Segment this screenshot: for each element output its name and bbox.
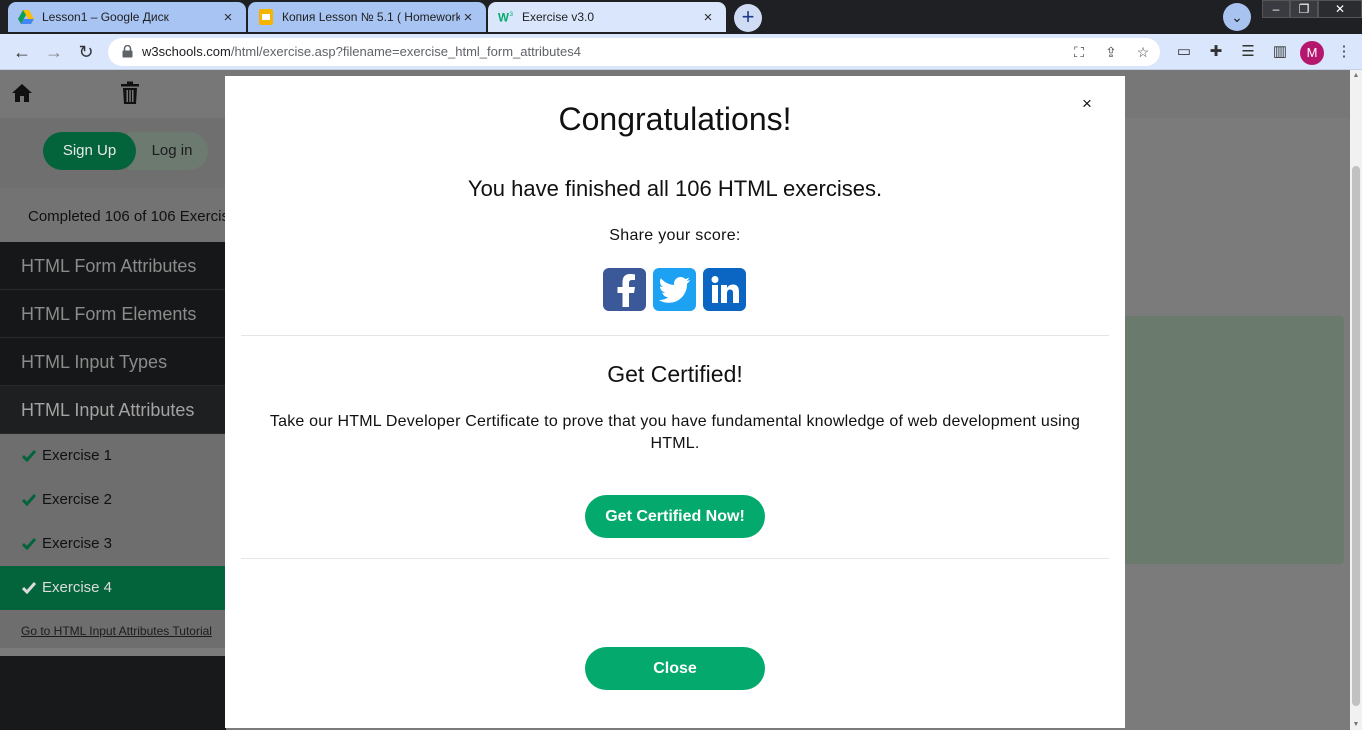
sidebar-footer bbox=[0, 656, 226, 730]
browser-tab-strip: Lesson1 – Google Диск × Копия Lesson № 5… bbox=[0, 0, 1362, 34]
certified-heading: Get Certified! bbox=[607, 361, 743, 387]
login-button[interactable]: Log in bbox=[128, 132, 208, 170]
address-bar[interactable]: w3schools.com/html/exercise.asp?filename… bbox=[108, 38, 1160, 66]
tab-google-drive[interactable]: Lesson1 – Google Диск × bbox=[8, 2, 246, 32]
sidebar-item-exercise-3[interactable]: Exercise 3 bbox=[0, 522, 226, 566]
sidebar-item-exercise-4[interactable]: Exercise 4 bbox=[0, 566, 226, 610]
scrollbar-thumb[interactable] bbox=[1352, 166, 1360, 706]
tab-slides[interactable]: Копия Lesson № 5.1 ( Homework × bbox=[248, 2, 486, 32]
svg-text:W: W bbox=[498, 12, 509, 24]
scroll-down-icon[interactable]: ▼ bbox=[1352, 721, 1360, 728]
completion-status: Completed 106 of 106 Exercises bbox=[0, 188, 226, 242]
tab-close-icon[interactable]: × bbox=[700, 9, 716, 26]
social-share-buttons bbox=[603, 268, 746, 312]
kebab-menu-icon[interactable]: ⋮ bbox=[1334, 42, 1354, 62]
tutorial-link[interactable]: Go to HTML Input Attributes Tutorial bbox=[0, 610, 226, 648]
window-controls: – ❐ ✕ bbox=[1262, 0, 1362, 22]
tab-search-chevron-icon[interactable]: ⌄ bbox=[1223, 3, 1251, 31]
url-text[interactable]: w3schools.com/html/exercise.asp?filename… bbox=[142, 44, 581, 59]
sidebar-section-input-types[interactable]: HTML Input Types bbox=[0, 338, 226, 386]
home-icon[interactable] bbox=[10, 81, 34, 105]
sidebar-section-form-attributes[interactable]: HTML Form Attributes bbox=[0, 242, 226, 290]
sidebar-section-form-elements[interactable]: HTML Form Elements bbox=[0, 290, 226, 338]
linkedin-icon[interactable] bbox=[703, 268, 746, 311]
tab-title: Lesson1 – Google Диск bbox=[42, 10, 169, 24]
certified-description: Take our HTML Developer Certificate to p… bbox=[269, 413, 1081, 452]
modal-divider bbox=[241, 335, 1109, 336]
page-scrollbar[interactable]: ▲ ▼ bbox=[1350, 70, 1362, 730]
exercise-label: Exercise 2 bbox=[42, 491, 113, 508]
sidebar-item-exercise-1[interactable]: Exercise 1 bbox=[0, 434, 226, 478]
twitter-icon[interactable] bbox=[653, 268, 696, 311]
sidebar-section-input-attributes[interactable]: HTML Input Attributes bbox=[0, 386, 226, 434]
browser-toolbar: ← → ↻ w3schools.com/html/exercise.asp?fi… bbox=[0, 34, 1362, 70]
bookmark-star-icon[interactable]: ☆ bbox=[1134, 43, 1152, 61]
reload-icon[interactable]: ↻ bbox=[74, 40, 98, 64]
restore-icon[interactable]: ❐ bbox=[1290, 0, 1318, 18]
close-button[interactable]: Close bbox=[585, 647, 765, 690]
extensions-puzzle-icon[interactable]: ✚ bbox=[1206, 42, 1226, 62]
share-icon[interactable]: ⇪ bbox=[1102, 43, 1120, 61]
exercise-label: Exercise 4 bbox=[42, 579, 113, 596]
sidebar-item-exercise-2[interactable]: Exercise 2 bbox=[0, 478, 226, 522]
tab-exercise[interactable]: W3 Exercise v3.0 × bbox=[488, 2, 726, 32]
checkmark-icon bbox=[22, 538, 36, 550]
translate-icon[interactable]: ⛶ bbox=[1070, 43, 1088, 61]
window-close-icon[interactable]: ✕ bbox=[1318, 0, 1362, 18]
tab-title: Exercise v3.0 bbox=[522, 10, 595, 24]
google-drive-icon bbox=[18, 9, 34, 25]
back-arrow-icon[interactable]: ← bbox=[10, 40, 34, 64]
trash-icon[interactable] bbox=[119, 81, 141, 105]
checkmark-icon bbox=[22, 582, 36, 594]
checkmark-icon bbox=[22, 450, 36, 462]
new-tab-button[interactable]: + bbox=[734, 4, 762, 32]
tab-title: Копия Lesson № 5.1 ( Homework bbox=[282, 10, 460, 24]
exercise-label: Exercise 1 bbox=[42, 447, 113, 464]
auth-panel: Log in Sign Up bbox=[0, 118, 226, 188]
lock-icon bbox=[122, 45, 133, 58]
tab-close-icon[interactable]: × bbox=[220, 9, 236, 26]
media-queue-icon[interactable]: ☰ bbox=[1238, 42, 1258, 62]
svg-text:3: 3 bbox=[510, 11, 514, 18]
modal-subtitle: You have finished all 106 HTML exercises… bbox=[467, 176, 883, 201]
get-certified-button[interactable]: Get Certified Now! bbox=[585, 495, 765, 538]
share-label: Share your score: bbox=[609, 227, 741, 244]
minimize-icon[interactable]: – bbox=[1262, 0, 1290, 18]
profile-avatar[interactable]: M bbox=[1300, 41, 1324, 65]
w3schools-icon: W3 bbox=[498, 9, 514, 25]
exercise-sidebar: HTML Form Attributes HTML Form Elements … bbox=[0, 242, 226, 648]
side-panel-icon[interactable]: ▥ bbox=[1270, 42, 1290, 62]
modal-divider bbox=[241, 558, 1109, 559]
congratulations-modal: × Congratulations! You have finished all… bbox=[225, 76, 1125, 728]
cast-icon[interactable]: ▭ bbox=[1174, 42, 1194, 62]
scroll-up-icon[interactable]: ▲ bbox=[1352, 72, 1360, 79]
facebook-icon[interactable] bbox=[603, 268, 646, 311]
modal-title: Congratulations! bbox=[558, 101, 792, 137]
exercise-result-panel bbox=[1122, 316, 1344, 564]
google-slides-icon bbox=[258, 9, 274, 25]
tab-close-icon[interactable]: × bbox=[460, 9, 476, 26]
forward-arrow-icon[interactable]: → bbox=[42, 40, 66, 64]
exercise-label: Exercise 3 bbox=[42, 535, 113, 552]
checkmark-icon bbox=[22, 494, 36, 506]
signup-button[interactable]: Sign Up bbox=[43, 132, 136, 170]
